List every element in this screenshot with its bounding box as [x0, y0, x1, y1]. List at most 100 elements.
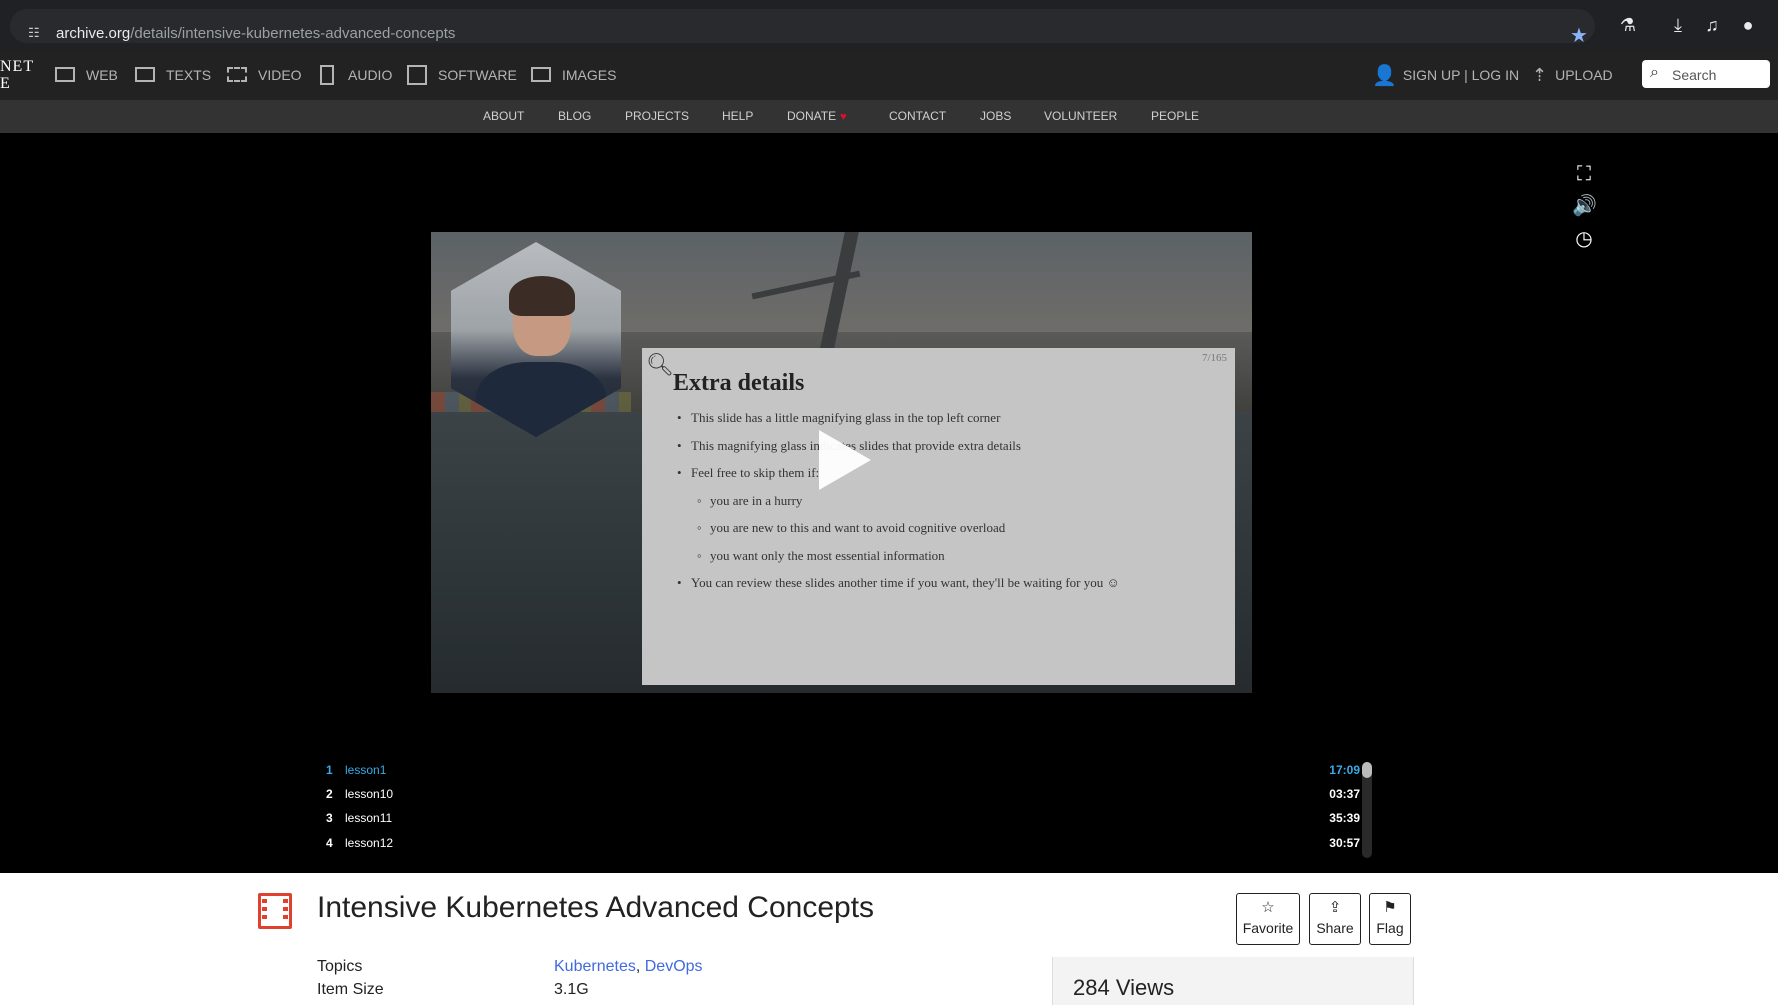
nav-video-label: VIDEO — [258, 67, 302, 83]
subnav-volunteer[interactable]: VOLUNTEER — [1044, 109, 1117, 123]
views-panel: 284 Views — [1052, 957, 1414, 1005]
nav-software[interactable]: SOFTWARE — [406, 62, 517, 88]
star-outline-icon: ☆ — [1261, 899, 1275, 916]
logo-text-line2: E — [0, 75, 11, 92]
subnav-jobs[interactable]: JOBS — [980, 109, 1011, 123]
software-icon — [406, 65, 430, 85]
subnav-contact[interactable]: CONTACT — [889, 109, 946, 123]
playlist-item[interactable]: 3 lesson11 35:39 — [320, 808, 1360, 830]
favorite-label: Favorite — [1242, 920, 1294, 936]
media-queue-icon[interactable]: ♫ — [1701, 14, 1723, 36]
video-icon — [226, 65, 250, 85]
site-settings-icon[interactable]: ☷ — [28, 26, 42, 40]
subnav-blog[interactable]: BLOG — [558, 109, 591, 123]
subnav-projects[interactable]: PROJECTS — [625, 109, 689, 123]
nav-software-label: SOFTWARE — [438, 67, 517, 83]
playlist-name: lesson12 — [345, 836, 394, 850]
playlist-item[interactable]: 1 lesson1 17:09 — [320, 760, 1360, 782]
subnav-about[interactable]: ABOUT — [483, 109, 524, 123]
nav-web-label: WEB — [86, 67, 118, 83]
playlist-number: 2 — [326, 787, 333, 801]
playlist-duration: 30:57 — [1329, 836, 1360, 850]
search-input[interactable] — [1670, 64, 1766, 86]
topic-link[interactable]: Kubernetes — [554, 958, 636, 975]
subnav-donate[interactable]: DONATE ♥ — [787, 109, 847, 123]
fullscreen-icon[interactable]: ⛶ — [1572, 162, 1596, 186]
nav-web[interactable]: WEB — [54, 62, 118, 88]
nav-video[interactable]: VIDEO — [226, 62, 302, 88]
volume-icon[interactable]: 🔊 — [1572, 194, 1597, 218]
slide-title: Extra details — [673, 370, 805, 396]
favorite-button[interactable]: ☆ Favorite — [1236, 893, 1300, 945]
images-icon — [530, 65, 554, 85]
subnav-people[interactable]: PEOPLE — [1151, 109, 1199, 123]
url-host: archive.org — [56, 25, 131, 42]
topic-separator: , — [635, 958, 645, 975]
playlist-duration: 17:09 — [1329, 763, 1360, 777]
slide-bullet: This magnifying glass indicates slides t… — [673, 438, 1120, 466]
profile-icon[interactable]: ● — [1737, 14, 1759, 36]
playlist-duration: 03:37 — [1329, 787, 1360, 801]
video-player[interactable]: 🔍︎ 7/165 Extra details This slide has a … — [431, 232, 1252, 693]
audio-icon — [316, 65, 340, 85]
share-button[interactable]: ⇪ Share — [1309, 893, 1361, 945]
upload-label: UPLOAD — [1555, 67, 1613, 83]
flag-icon: ⚑ — [1383, 899, 1397, 916]
subnav-help[interactable]: HELP — [722, 109, 753, 123]
bookmark-star-icon[interactable]: ★ — [1570, 23, 1588, 48]
nav-texts-label: TEXTS — [166, 67, 212, 83]
nav-texts[interactable]: TEXTS — [134, 62, 211, 88]
url-path: /details/intensive-kubernetes-advanced-c… — [130, 25, 456, 42]
playlist-scroll-thumb[interactable] — [1362, 762, 1372, 778]
magnifying-glass-icon: 🔍︎ — [646, 352, 674, 377]
playlist-number: 4 — [326, 836, 333, 850]
playlist-number: 3 — [326, 811, 333, 825]
topics-label: Topics — [317, 958, 363, 975]
subnav-donate-label: DONATE — [787, 109, 837, 123]
download-icon[interactable]: ⤓ — [1667, 14, 1689, 36]
flag-label: Flag — [1376, 920, 1404, 936]
user-icon: 👤 — [1372, 64, 1397, 87]
upload-link[interactable]: ⇡ UPLOAD — [1532, 62, 1613, 88]
ia-logo[interactable]: NET E — [0, 58, 34, 92]
address-bar[interactable]: ☷ archive.org/details/intensive-kubernet… — [10, 9, 1595, 47]
nav-images[interactable]: IMAGES — [530, 62, 616, 88]
heart-icon: ♥ — [840, 111, 847, 123]
topic-link[interactable]: DevOps — [645, 958, 703, 975]
share-label: Share — [1316, 920, 1354, 936]
browser-toolbar: ☷ archive.org/details/intensive-kubernet… — [0, 0, 1778, 50]
item-size-label: Item Size — [317, 981, 384, 998]
url-text[interactable]: archive.org/details/intensive-kubernetes… — [56, 25, 455, 42]
nav-audio-label: AUDIO — [348, 67, 393, 83]
playlist-name: lesson1 — [345, 763, 387, 777]
playlist-scrollbar[interactable] — [1362, 762, 1372, 858]
playlist-item[interactable]: 2 lesson10 03:37 — [320, 784, 1360, 806]
slide-subbullet: you are in a hurry — [673, 493, 1120, 521]
flag-button[interactable]: ⚑ Flag — [1369, 893, 1411, 945]
film-icon — [258, 893, 292, 929]
search-icon: ⌕ — [1650, 64, 1659, 81]
item-size-value: 3.1G — [554, 981, 589, 998]
playlist-number: 1 — [326, 763, 333, 777]
logo-text-line1: NET — [0, 58, 35, 75]
labs-flask-icon[interactable]: ⚗ — [1617, 14, 1639, 36]
slide-subbullet: you want only the most essential informa… — [673, 548, 1120, 576]
presenter-hair — [509, 276, 575, 316]
share-icon: ⇪ — [1328, 899, 1342, 916]
playlist-name: lesson11 — [345, 811, 393, 825]
slide-bullets: This slide has a little magnifying glass… — [673, 410, 1120, 603]
search-box[interactable]: ⌕ — [1642, 60, 1770, 88]
views-count: 284 Views — [1073, 975, 1175, 1000]
nav-audio[interactable]: AUDIO — [316, 62, 392, 88]
clock-icon[interactable]: ◷ — [1572, 227, 1596, 251]
signup-login-label: SIGN UP | LOG IN — [1402, 67, 1520, 83]
upload-icon: ⇡ — [1532, 64, 1548, 85]
playlist-duration: 35:39 — [1329, 811, 1360, 825]
item-title: Intensive Kubernetes Advanced Concepts — [317, 891, 875, 924]
texts-icon — [134, 65, 158, 85]
slide-bullet: This slide has a little magnifying glass… — [673, 410, 1120, 438]
playlist-name: lesson10 — [345, 787, 394, 801]
play-icon[interactable] — [819, 430, 871, 490]
signup-login-link[interactable]: 👤 SIGN UP | LOG IN — [1372, 62, 1519, 88]
playlist-item[interactable]: 4 lesson12 30:57 — [320, 833, 1360, 855]
